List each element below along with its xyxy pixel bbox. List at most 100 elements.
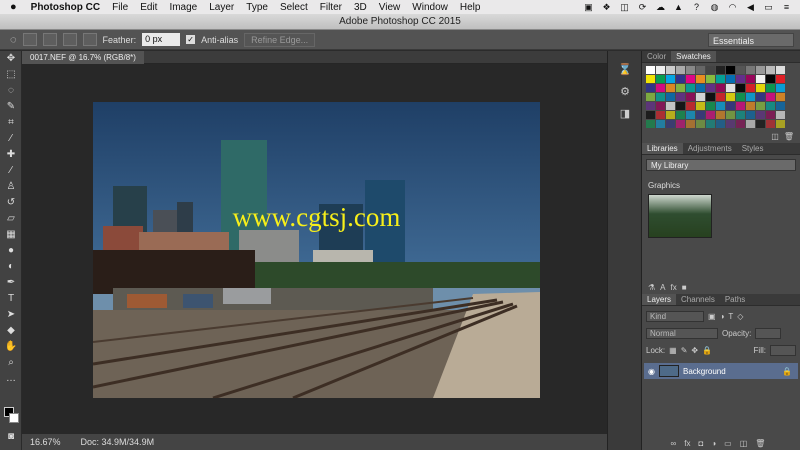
swatch[interactable]: [656, 120, 665, 128]
swatch[interactable]: [736, 66, 745, 74]
layer-row-background[interactable]: ◉ Background 🔒: [644, 363, 798, 379]
swatch[interactable]: [746, 84, 755, 92]
menu-layer[interactable]: Layer: [203, 2, 240, 13]
eraser-tool-icon[interactable]: ▱: [0, 211, 22, 227]
volume-icon[interactable]: ◀: [745, 2, 756, 12]
tab-layers[interactable]: Layers: [642, 294, 677, 305]
crop-tool-icon[interactable]: ⌗: [0, 115, 22, 131]
antialias-checkbox[interactable]: ✓: [186, 35, 196, 44]
swatch[interactable]: [696, 66, 705, 74]
type-tool-icon[interactable]: T: [0, 291, 22, 307]
swatch[interactable]: [656, 102, 665, 110]
swatch[interactable]: [746, 93, 755, 101]
clone-stamp-tool-icon[interactable]: ♙: [0, 179, 22, 195]
swatch[interactable]: [696, 111, 705, 119]
swatch[interactable]: [716, 93, 725, 101]
swatch[interactable]: [676, 120, 685, 128]
swatch[interactable]: [666, 102, 675, 110]
canvas-area[interactable]: www.cgtsj.com: [22, 64, 607, 434]
swatch[interactable]: [706, 66, 715, 74]
swatch[interactable]: [726, 111, 735, 119]
tab-channels[interactable]: Channels: [676, 294, 720, 305]
menu-file[interactable]: File: [106, 2, 134, 13]
swatch[interactable]: [666, 84, 675, 92]
filter-type-icon[interactable]: T: [728, 312, 733, 321]
swatch[interactable]: [756, 75, 765, 83]
add-text-icon[interactable]: A: [660, 282, 665, 294]
swatch[interactable]: [716, 111, 725, 119]
menu-window[interactable]: Window: [406, 2, 454, 13]
layer-style-icon[interactable]: fx: [684, 438, 690, 450]
swatch[interactable]: [666, 111, 675, 119]
menu-edit[interactable]: Edit: [134, 2, 163, 13]
sync-icon[interactable]: ⟳: [637, 2, 648, 12]
document-image[interactable]: www.cgtsj.com: [93, 102, 540, 398]
swatch[interactable]: [646, 120, 655, 128]
tab-color[interactable]: Color: [642, 51, 671, 62]
filter-adjust-icon[interactable]: ◑: [720, 312, 725, 321]
swatch[interactable]: [766, 75, 775, 83]
swatch[interactable]: [746, 66, 755, 74]
swatch[interactable]: [756, 120, 765, 128]
add-mask-icon[interactable]: ◘: [698, 438, 703, 450]
swatch[interactable]: [776, 75, 785, 83]
zoom-tool-icon[interactable]: ⌕: [0, 355, 22, 371]
swatch[interactable]: [776, 111, 785, 119]
swatch[interactable]: [676, 111, 685, 119]
swatch[interactable]: [646, 84, 655, 92]
quick-select-tool-icon[interactable]: ✎: [0, 99, 22, 115]
menu-list-icon[interactable]: ≡: [781, 2, 792, 12]
wifi-icon[interactable]: ◠: [727, 2, 738, 12]
swatch[interactable]: [706, 120, 715, 128]
marquee-tool-icon[interactable]: ⬚: [0, 67, 22, 83]
doc-size[interactable]: Doc: 34.9M/34.9M: [81, 437, 155, 447]
swatch[interactable]: [676, 84, 685, 92]
lasso-tool-preset-icon[interactable]: ◌: [10, 34, 17, 46]
link-layers-icon[interactable]: ∞: [671, 438, 677, 450]
delete-layer-icon[interactable]: 🗑: [755, 438, 765, 450]
zoom-level[interactable]: 16.67%: [30, 437, 61, 447]
gradient-tool-icon[interactable]: ▦: [0, 227, 22, 243]
box-icon[interactable]: ◫: [619, 2, 630, 12]
swatch[interactable]: [746, 111, 755, 119]
background-color-swatch[interactable]: [9, 413, 19, 423]
app-menu[interactable]: Photoshop CC: [25, 2, 106, 13]
swatch[interactable]: [726, 102, 735, 110]
layer-name[interactable]: Background: [683, 367, 726, 376]
subtract-from-selection-button[interactable]: [62, 33, 77, 46]
swatch[interactable]: [676, 93, 685, 101]
creative-cloud-icon[interactable]: ◍: [709, 2, 720, 12]
swatch[interactable]: [666, 120, 675, 128]
swatch[interactable]: [656, 111, 665, 119]
opacity-input[interactable]: [755, 327, 782, 339]
menu-3d[interactable]: 3D: [348, 2, 373, 13]
lasso-tool-icon[interactable]: ◌: [0, 83, 22, 99]
add-graphic-icon[interactable]: ⚗: [648, 282, 655, 294]
swatch[interactable]: [776, 93, 785, 101]
swatch[interactable]: [706, 93, 715, 101]
refine-edge-button[interactable]: Refine Edge...: [244, 32, 316, 47]
history-panel-icon[interactable]: ⌛: [608, 59, 642, 81]
help-icon[interactable]: ?: [691, 2, 702, 12]
swatch[interactable]: [686, 75, 695, 83]
swatch[interactable]: [656, 66, 665, 74]
brush-presets-panel-icon[interactable]: ◨: [608, 103, 642, 125]
shape-tool-icon[interactable]: ◆: [0, 323, 22, 339]
swatch[interactable]: [686, 102, 695, 110]
tab-styles[interactable]: Styles: [737, 143, 769, 154]
menu-filter[interactable]: Filter: [314, 2, 348, 13]
swatch[interactable]: [706, 75, 715, 83]
filter-pixel-icon[interactable]: ▣: [708, 312, 716, 321]
lock-move-icon[interactable]: ✥: [691, 346, 698, 355]
move-tool-icon[interactable]: ✥: [0, 51, 22, 67]
swatch[interactable]: [776, 66, 785, 74]
swatch[interactable]: [736, 93, 745, 101]
swatch[interactable]: [726, 120, 735, 128]
library-select[interactable]: My Library: [646, 159, 796, 171]
menu-image[interactable]: Image: [163, 2, 203, 13]
swatch[interactable]: [776, 84, 785, 92]
menu-view[interactable]: View: [373, 2, 407, 13]
dodge-tool-icon[interactable]: ◐: [0, 259, 22, 275]
add-color-icon[interactable]: ■: [682, 282, 687, 294]
swatches-grid[interactable]: [642, 63, 800, 131]
